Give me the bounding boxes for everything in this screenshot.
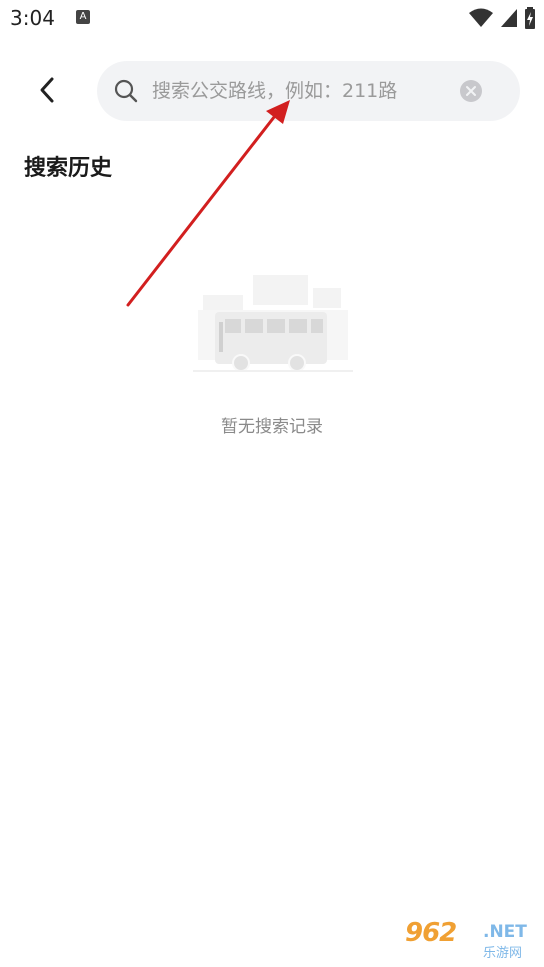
watermark-sub: 乐游网	[483, 946, 523, 961]
empty-bus-illustration	[193, 275, 353, 372]
chevron-left-icon	[40, 77, 54, 103]
empty-state-text: 暂无搜索记录	[221, 417, 323, 437]
search-bar[interactable]	[97, 61, 520, 121]
status-icons	[468, 6, 536, 30]
back-button[interactable]	[30, 70, 64, 110]
search-input[interactable]	[152, 75, 442, 107]
watermark-big: 962	[405, 918, 457, 948]
wifi-icon	[469, 8, 493, 27]
watermark-logo: 962 .NET 乐游网	[405, 918, 539, 962]
annotation-arrow-icon	[126, 100, 290, 307]
status-bar: 3:04 A	[0, 0, 544, 36]
clear-icon[interactable]	[459, 79, 483, 103]
battery-icon	[525, 7, 535, 29]
search-history-title: 搜索历史	[24, 156, 113, 181]
notification-icon: A	[76, 10, 90, 24]
signal-icon	[501, 9, 517, 27]
watermark-net: .NET	[483, 922, 527, 942]
search-icon	[114, 79, 138, 103]
status-time: 3:04	[10, 6, 55, 30]
